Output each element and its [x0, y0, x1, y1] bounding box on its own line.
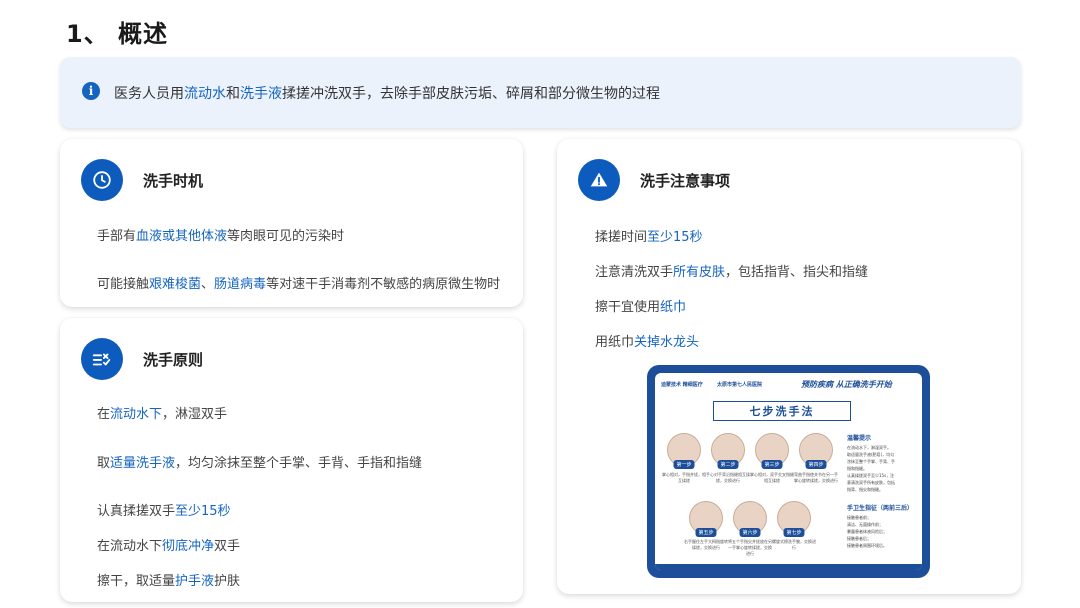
timing-item: 手部有血液或其他体液等肉眼可见的污染时 [97, 229, 345, 244]
poster-logo-right: 太原市第七人民医院 [717, 382, 763, 388]
hand-step-icon: 第三步 [755, 433, 789, 469]
hand-step-icon: 第六步 [733, 501, 767, 537]
step-caption: 手心对手背沿指缝相互揉搓，交换进行 [706, 472, 750, 483]
overview-highlight: 洗手液 [240, 85, 282, 102]
hand-step-icon: 第二步 [711, 433, 745, 469]
overview-highlight: 流动水 [184, 85, 226, 102]
step-caption: 右手握住左手大拇指旋转揉搓，交换进行 [684, 539, 728, 550]
warning-icon [578, 159, 620, 201]
principles-title: 洗手原则 [143, 350, 204, 369]
clock-icon [81, 159, 123, 201]
note-item: 用纸巾关掉水龙头 [595, 335, 700, 350]
hand-step-icon: 第五步 [689, 501, 723, 537]
note-item: 揉搓时间至少15秒 [595, 230, 703, 245]
page-title: 1、 概述 [66, 20, 169, 48]
poster-title: 七步洗手法 [713, 401, 851, 421]
poster-tip: 认真揉搓双手至少15s，注 [847, 473, 895, 478]
poster-tip: 在流动水下，淋湿双手。 [847, 445, 891, 450]
poster-moment: 暴露患者体液风险后； [847, 529, 887, 534]
principle-item: 取适量洗手液，均匀涂抹至整个手掌、手背、手指和指缝 [97, 456, 423, 471]
principles-card: 洗手原则 在流动水下，淋湿双手 取适量洗手液，均匀涂抹至整个手掌、手背、手指和指… [60, 318, 523, 602]
overview-banner: i 医务人员用流动水和洗手液揉搓冲洗双手，去除手部皮肤污垢、碎屑和部分微生物的过… [60, 57, 1021, 128]
hand-step-icon: 第四步 [799, 433, 833, 469]
timing-title: 洗手时机 [143, 171, 204, 190]
hand-step-icon: 第七步 [777, 501, 811, 537]
notes-title: 洗手注意事项 [640, 171, 731, 190]
overview-text: 医务人员用流动水和洗手液揉搓冲洗双手，去除手部皮肤污垢、碎屑和部分微生物的过程 [114, 83, 660, 103]
principle-item: 擦干，取适量护手液护肤 [97, 574, 241, 589]
poster-slogan: 预防疾病 从正确洗手开始 [801, 379, 892, 389]
poster-tip: 指和指缝。 [847, 466, 867, 471]
step-caption: 掌心相对，手指并拢，相互揉搓 [662, 472, 706, 483]
principle-item: 在流动水下，淋湿双手 [97, 407, 228, 422]
notes-header: 洗手注意事项 [578, 159, 730, 201]
hand-step-icon: 第一步 [667, 433, 701, 469]
poster-moment: 接触患者前； [847, 515, 871, 520]
poster-tip: 取适量洗手液(肥皂)，均匀 [847, 452, 895, 457]
poster-moment: 清洁、无菌操作前； [847, 522, 883, 527]
step-caption: 掌心相对，双手交叉指缝相互揉搓 [750, 472, 794, 483]
overview-part: 揉搓冲洗双手，去除手部皮肤污垢、碎屑和部分微生物的过程 [282, 85, 660, 102]
timing-header: 洗手时机 [81, 159, 203, 201]
poster-moments-title: 手卫生指征（两前三后） [847, 505, 914, 512]
step-caption: 弯曲手指使关节在另一手掌心旋转揉搓，交换进行 [794, 472, 838, 483]
handwashing-poster: 迪蒙技术 精细医疗 太原市第七人民医院 预防疾病 从正确洗手开始 七步洗手法 第… [647, 365, 930, 578]
poster-moment: 接触患者周围环境后。 [847, 543, 887, 548]
poster-logo-left: 迪蒙技术 精细医疗 [661, 382, 703, 388]
poster-tip: 意清洗双手所有皮肤，包括 [847, 480, 895, 485]
note-item: 注意清洗双手所有皮肤，包括指背、指尖和指缝 [595, 265, 869, 280]
step-caption: 螺旋式擦洗手腕，交换进行 [772, 539, 816, 550]
principle-item: 认真揉搓双手至少15秒 [97, 504, 231, 519]
poster-tips-title: 温馨提示 [847, 435, 872, 442]
principles-header: 洗手原则 [81, 338, 203, 380]
poster-moment: 接触患者后； [847, 536, 871, 541]
notes-card: 洗手注意事项 揉搓时间至少15秒 注意清洗双手所有皮肤，包括指背、指尖和指缝 擦… [557, 139, 1021, 594]
poster-tip: 指背、指尖和指缝。 [847, 487, 883, 492]
principle-item: 在流动水下彻底冲净双手 [97, 539, 241, 554]
timing-card: 洗手时机 手部有血液或其他体液等肉眼可见的污染时 可能接触艰难梭菌、肠道病毒等对… [60, 139, 523, 307]
timing-item: 可能接触艰难梭菌、肠道病毒等对速干手消毒剂不敏感的病原微生物时 [97, 277, 501, 292]
note-item: 擦干宜使用纸巾 [595, 300, 687, 315]
checklist-icon [81, 338, 123, 380]
poster-tip: 涂抹至整个手掌、手背、手 [847, 459, 895, 464]
poster-body: 迪蒙技术 精细医疗 太原市第七人民医院 预防疾病 从正确洗手开始 七步洗手法 第… [655, 373, 922, 570]
info-icon: i [82, 81, 100, 100]
overview-part: 医务人员用 [114, 85, 184, 102]
poster-footer-bar [655, 564, 922, 570]
overview-part: 和 [226, 85, 240, 102]
step-caption: 将五个手指尖并拢放在另一手掌心旋转揉搓，交换进行 [728, 539, 772, 556]
